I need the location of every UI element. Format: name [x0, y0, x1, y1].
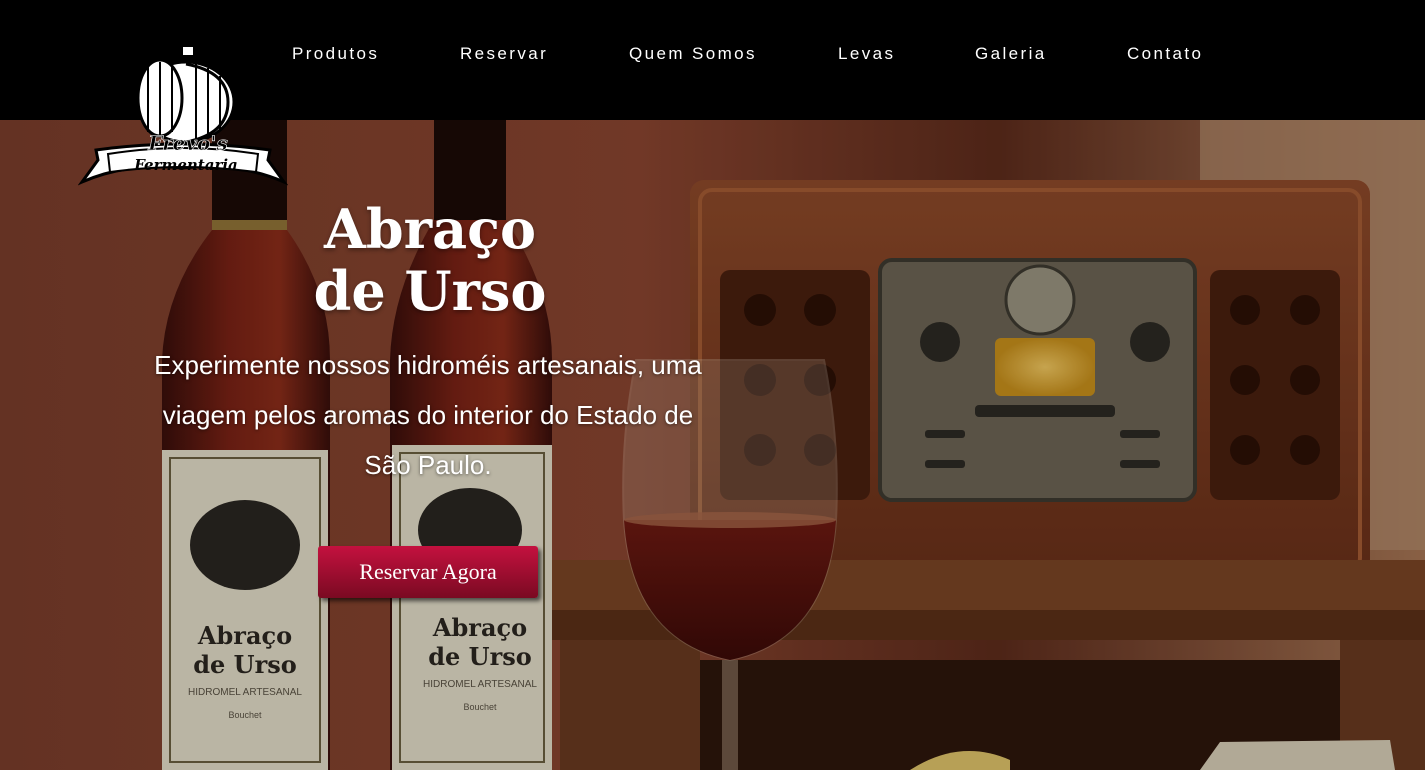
brand-logo[interactable]: Frevo's Fermentaria	[78, 42, 288, 202]
reserve-now-button[interactable]: Reservar Agora	[318, 546, 538, 598]
logo-line2: Fermentaria	[133, 156, 238, 174]
logo-line1: Frevo's	[147, 131, 227, 155]
nav-galeria[interactable]: Galeria	[975, 44, 1047, 64]
hero-title-line1: Abraço	[324, 197, 536, 261]
barrel-icon	[136, 45, 236, 144]
nav-produtos[interactable]: Produtos	[292, 44, 379, 64]
nav-quem-somos[interactable]: Quem Somos	[629, 44, 757, 64]
hero-title: Abraço de Urso	[300, 198, 560, 322]
hero-title-line2: de Urso	[313, 259, 547, 323]
nav-contato[interactable]: Contato	[1127, 44, 1203, 64]
nav-reservar[interactable]: Reservar	[460, 44, 548, 64]
hero-subtitle: Experimente nossos hidroméis artesanais,…	[154, 350, 702, 480]
nav-levas[interactable]: Levas	[838, 44, 895, 64]
